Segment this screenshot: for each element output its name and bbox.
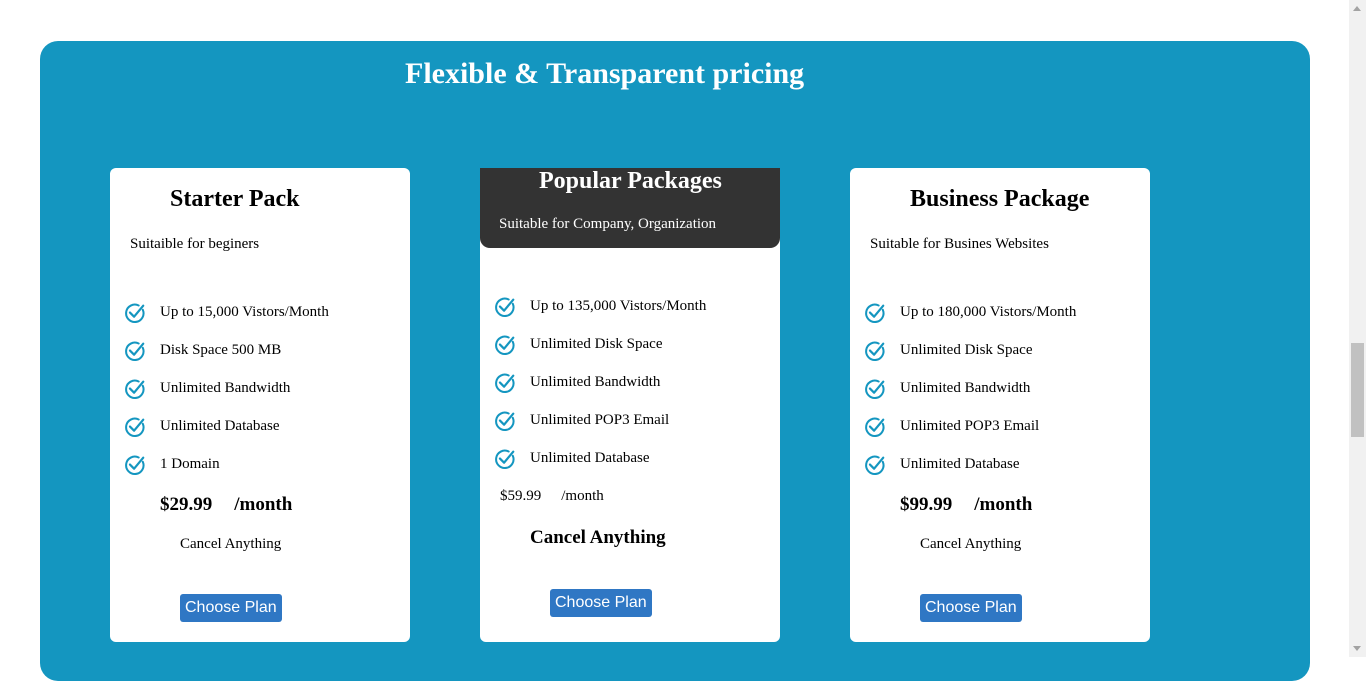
plan-card-popular: Popular Packages Suitable for Company, O… [480,168,780,642]
plan-title: Popular Packages [539,168,722,194]
price-amount: $29.99 [160,494,213,515]
cancel-note: Cancel Anything [530,527,666,548]
cancel-note: Cancel Anything [920,536,1022,552]
check-circle-icon [865,379,885,400]
feature-text: Up to 180,000 Vistors/Month [900,304,1077,320]
plan-card-starter: Starter Pack Suitaible for beginers Up t… [110,168,410,642]
scrollbar-thumb[interactable] [1351,343,1364,437]
feature-text: Unlimited Database [530,450,650,466]
feature-text: Unlimited Database [160,418,280,434]
check-circle-icon [125,417,145,438]
price-period: /month [974,494,1033,515]
price-row: $59.99/month [500,488,604,505]
choose-plan-button[interactable]: Choose Plan [550,589,652,617]
plan-title: Starter Pack [170,186,300,212]
pricing-section: Flexible & Transparent pricing Starter P… [40,41,1310,681]
price-row: $99.99/month [900,494,1032,516]
check-circle-icon [125,341,145,362]
feature-text: Unlimited POP3 Email [530,412,670,428]
scroll-up-arrow-icon[interactable] [1353,6,1361,11]
feature-text: 1 Domain [160,456,220,472]
feature-text: Unlimited Disk Space [530,336,663,352]
check-circle-icon [865,303,885,324]
feature-text: Up to 135,000 Vistors/Month [530,298,707,314]
choose-plan-button[interactable]: Choose Plan [920,594,1022,622]
feature-text: Unlimited Database [900,456,1020,472]
check-circle-icon [125,303,145,324]
price-amount: $99.99 [900,494,953,515]
price-period: /month [561,488,604,504]
choose-plan-button[interactable]: Choose Plan [180,594,282,622]
popular-header: Popular Packages Suitable for Company, O… [480,168,780,248]
plan-card-business: Business Package Suitable for Busines We… [850,168,1150,642]
check-circle-icon [495,373,515,394]
check-circle-icon [865,341,885,362]
plan-subtitle: Suitable for Busines Websites [870,236,1049,252]
check-circle-icon [495,411,515,432]
section-title: Flexible & Transparent pricing [405,57,805,90]
check-circle-icon [125,455,145,476]
price-period: /month [234,494,293,515]
feature-text: Unlimited Disk Space [900,342,1033,358]
price-row: $29.99/month [160,494,292,516]
cancel-note: Cancel Anything [180,536,282,552]
plan-subtitle: Suitaible for beginers [130,236,260,252]
check-circle-icon [495,335,515,356]
vertical-scrollbar[interactable] [1349,0,1366,657]
feature-text: Unlimited Bandwidth [530,374,661,390]
plan-subtitle: Suitable for Company, Organization [499,216,717,232]
feature-text: Unlimited POP3 Email [900,418,1040,434]
feature-text: Unlimited Bandwidth [160,380,291,396]
scroll-down-arrow-icon[interactable] [1353,646,1361,651]
check-circle-icon [865,417,885,438]
feature-text: Disk Space 500 MB [160,342,282,358]
plan-title: Business Package [910,186,1090,212]
check-circle-icon [865,455,885,476]
check-circle-icon [125,379,145,400]
feature-text: Up to 15,000 Vistors/Month [160,304,329,320]
check-circle-icon [495,449,515,470]
check-circle-icon [495,297,515,318]
feature-text: Unlimited Bandwidth [900,380,1031,396]
price-amount: $59.99 [500,488,542,504]
